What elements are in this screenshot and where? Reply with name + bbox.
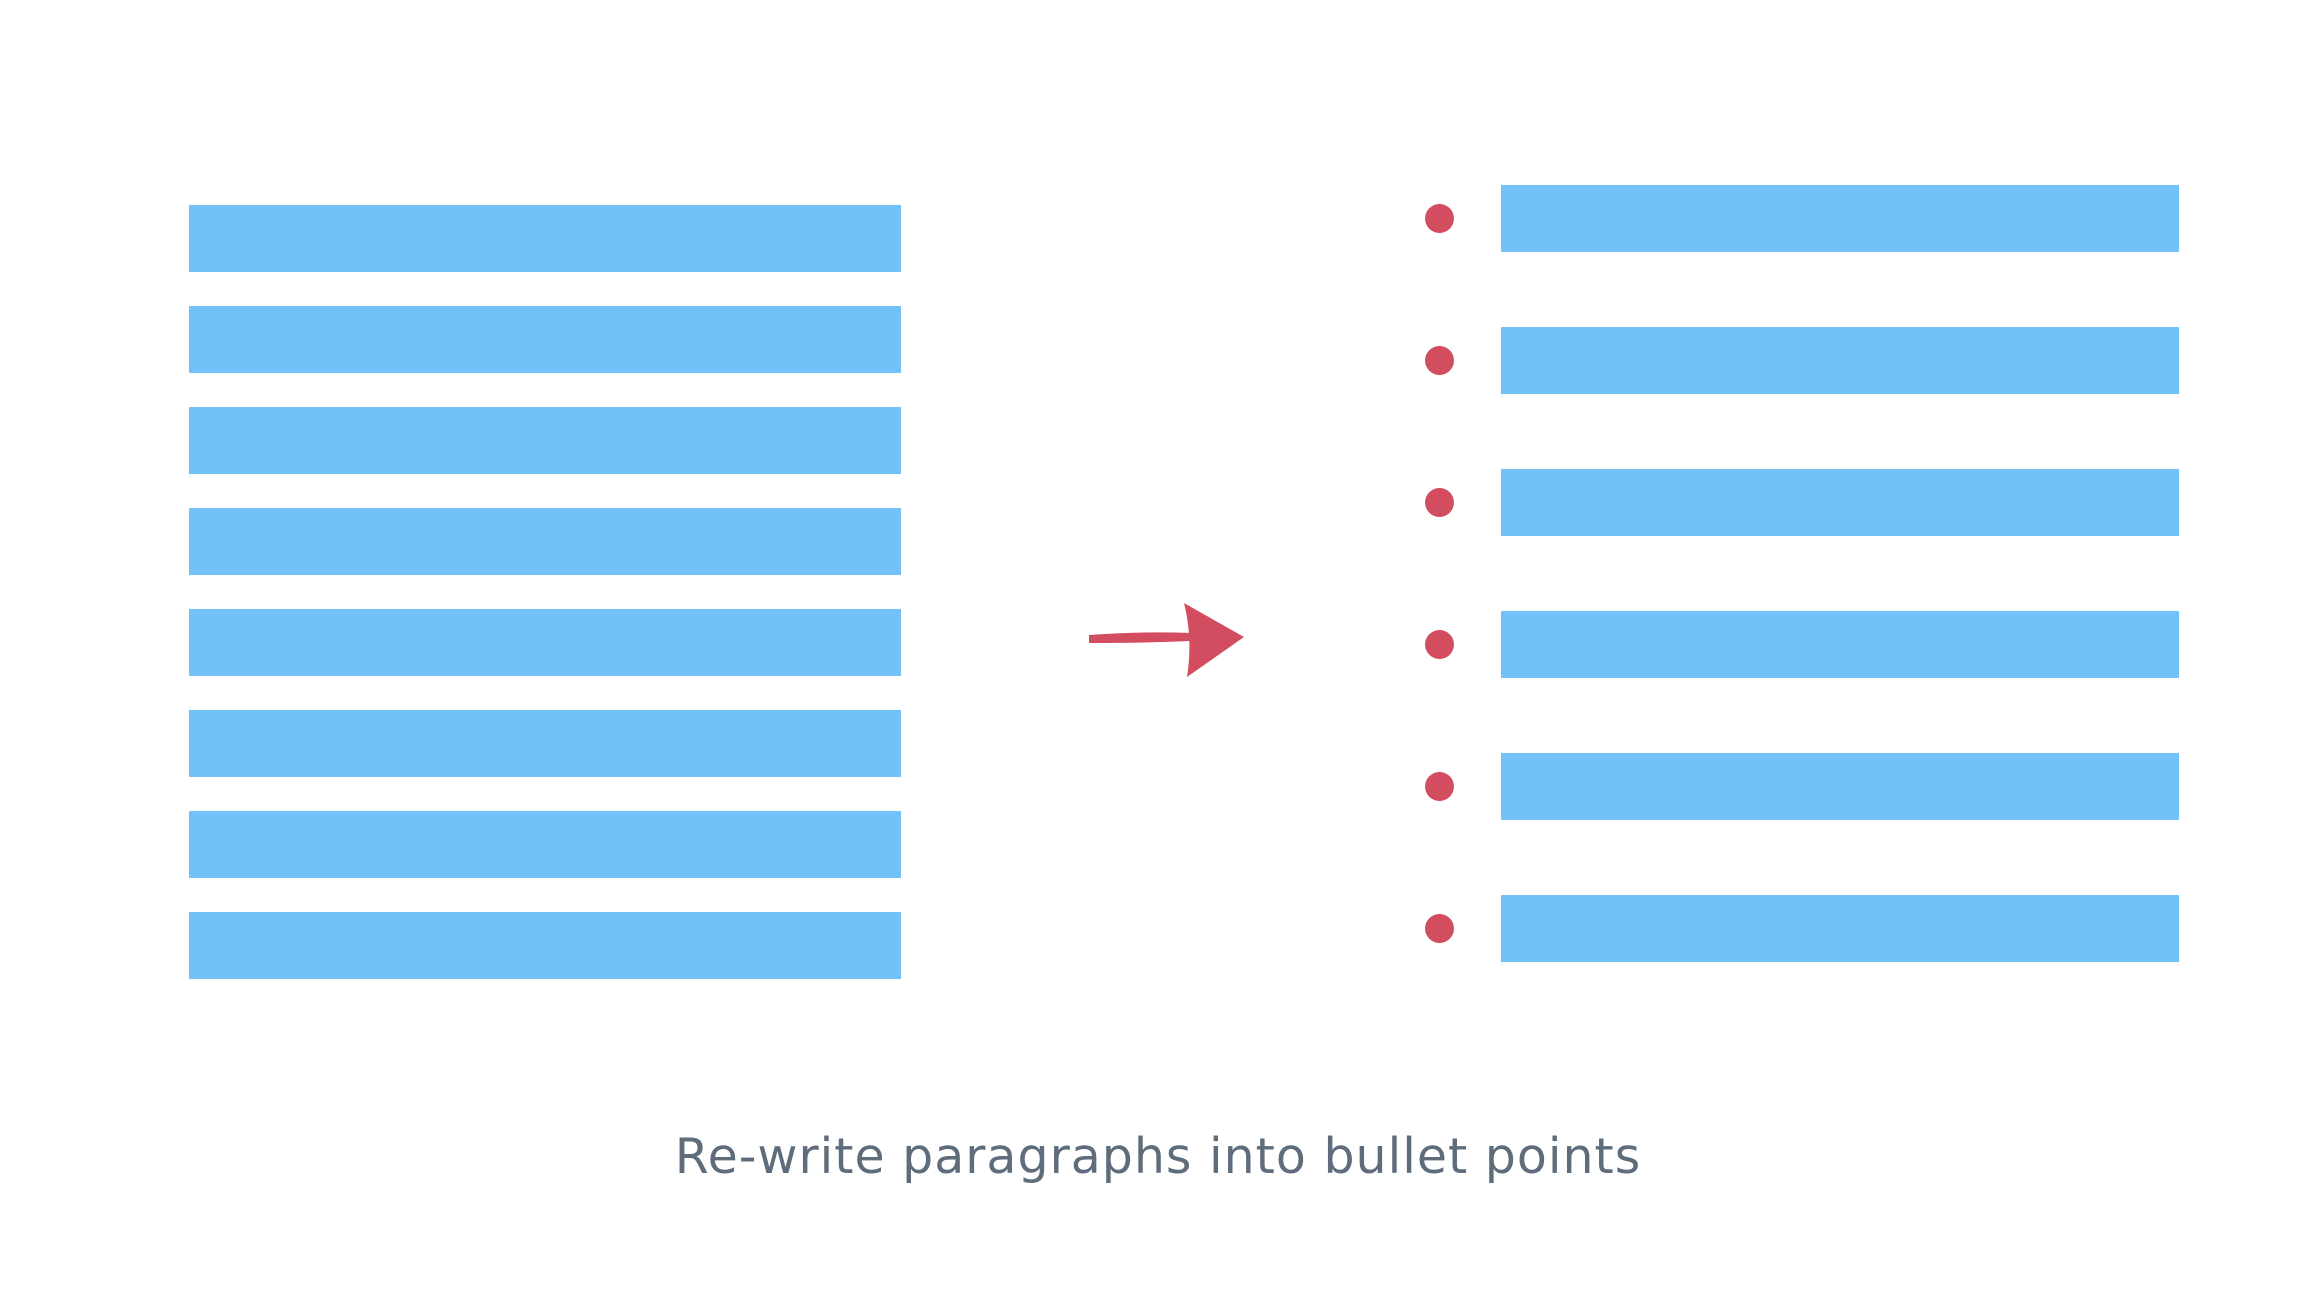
bullet-line (1501, 185, 2179, 252)
arrow-head (1184, 603, 1244, 677)
bullet-line (1501, 327, 2179, 394)
bullet-item (1420, 469, 2180, 536)
bullet-dot-icon (1425, 630, 1454, 659)
bullet-dot-icon (1425, 204, 1454, 233)
caption: Re-write paragraphs into bullet points (674, 1128, 1642, 1185)
bullet-line (1501, 753, 2179, 820)
paragraph-line (189, 912, 901, 979)
bullet-item (1420, 753, 2180, 820)
bullet-dot-icon (1425, 346, 1454, 375)
bullet-item (1420, 185, 2180, 252)
bullet-item (1420, 611, 2180, 678)
bullet-dot-icon (1425, 914, 1454, 943)
bullet-line (1501, 469, 2179, 536)
bullet-item (1420, 327, 2180, 394)
paragraph-line (189, 306, 901, 373)
paragraph-line (189, 205, 901, 272)
bullet-dot-icon (1425, 772, 1454, 801)
bullet-line (1501, 895, 2179, 962)
paragraph-line (189, 508, 901, 575)
bullet-item (1420, 895, 2180, 962)
paragraph-line (189, 710, 901, 777)
paragraph-line (189, 811, 901, 878)
arrow-shaft (1089, 632, 1191, 643)
bullet-dot-icon (1425, 488, 1454, 517)
right-arrow-icon (1083, 595, 1253, 685)
paragraph-line (189, 407, 901, 474)
bullet-line (1501, 611, 2179, 678)
paragraph-line (189, 609, 901, 676)
right-arrow-svg (1089, 603, 1244, 677)
